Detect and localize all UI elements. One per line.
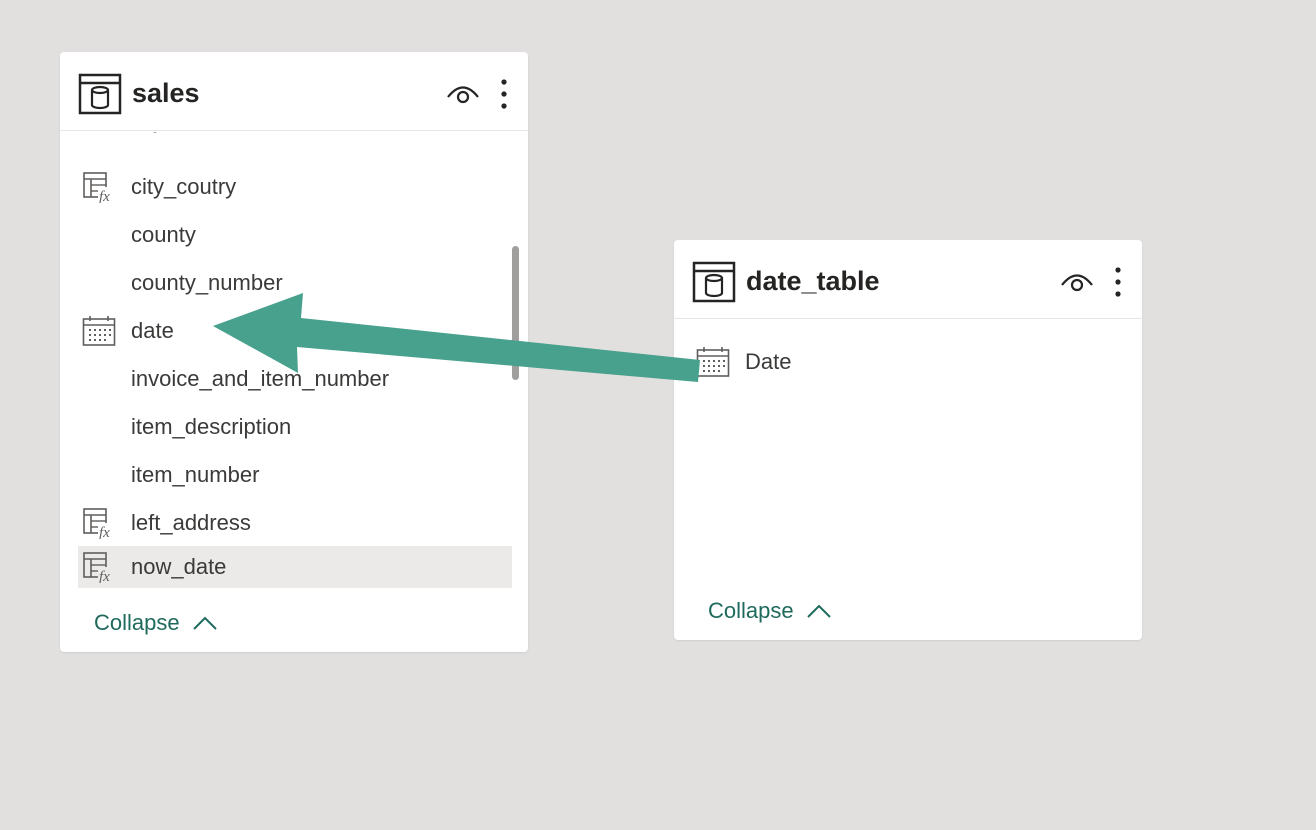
- field-label: left_address: [131, 510, 251, 535]
- table-title: date_table: [746, 266, 880, 296]
- sales-table-header[interactable]: sales: [60, 52, 528, 131]
- calculated-column-icon: fx: [83, 508, 116, 539]
- eye-icon[interactable]: [1060, 266, 1094, 296]
- field-date-column[interactable]: Date: [692, 341, 1126, 383]
- collapse-button[interactable]: Collapse: [708, 595, 832, 626]
- collapse-label: Collapse: [94, 610, 180, 636]
- calculated-column-icon: fx: [83, 172, 116, 203]
- field-label: county: [131, 222, 196, 247]
- collapse-label: Collapse: [708, 598, 794, 624]
- calculated-column-icon: fx: [83, 552, 116, 583]
- more-options-icon[interactable]: [1112, 266, 1124, 298]
- calendar-icon: [82, 316, 116, 346]
- field-date[interactable]: date: [78, 310, 512, 352]
- date-table-field-list[interactable]: Date: [692, 320, 1126, 580]
- calendar-icon: [696, 347, 730, 377]
- field-label: item_number: [131, 462, 260, 487]
- field-city-coutry[interactable]: fx city_coutry: [78, 166, 512, 208]
- field-label: city: [131, 132, 164, 142]
- field-label: item_description: [131, 414, 292, 439]
- collapse-button[interactable]: Collapse: [94, 607, 218, 638]
- sales-field-list[interactable]: city fx city_coutry county county_number: [78, 132, 512, 588]
- field-label: now_date: [131, 554, 227, 579]
- date-table-header[interactable]: date_table: [674, 240, 1142, 319]
- eye-icon[interactable]: [446, 78, 480, 108]
- field-item-description[interactable]: item_description: [78, 406, 512, 448]
- table-database-icon: [78, 73, 122, 115]
- scrollbar-thumb[interactable]: [512, 246, 519, 380]
- field-county-number[interactable]: county_number: [78, 262, 512, 304]
- svg-text:fx: fx: [99, 569, 110, 583]
- svg-text:fx: fx: [99, 189, 110, 203]
- field-county[interactable]: county: [78, 214, 512, 256]
- field-label: invoice_and_item_number: [131, 366, 390, 391]
- chevron-up-icon: [193, 616, 217, 630]
- chevron-up-icon: [807, 604, 831, 618]
- field-label: date: [131, 318, 174, 343]
- field-label: county_number: [131, 270, 283, 295]
- table-database-icon: [692, 261, 736, 303]
- field-now-date[interactable]: fx now_date: [78, 546, 512, 588]
- field-label: city_coutry: [131, 174, 237, 199]
- field-left-address[interactable]: fx left_address: [78, 502, 512, 544]
- field-item-number[interactable]: item_number: [78, 454, 512, 496]
- table-title: sales: [132, 78, 200, 108]
- list-item-partial: city: [78, 132, 512, 142]
- sales-table-card[interactable]: sales city fx city_coutry: [60, 52, 528, 652]
- svg-text:fx: fx: [99, 525, 110, 539]
- more-options-icon[interactable]: [498, 78, 510, 110]
- field-invoice-and-item-number[interactable]: invoice_and_item_number: [78, 358, 512, 400]
- date-table-card[interactable]: date_table Date Collapse: [674, 240, 1142, 640]
- field-label: Date: [745, 349, 792, 374]
